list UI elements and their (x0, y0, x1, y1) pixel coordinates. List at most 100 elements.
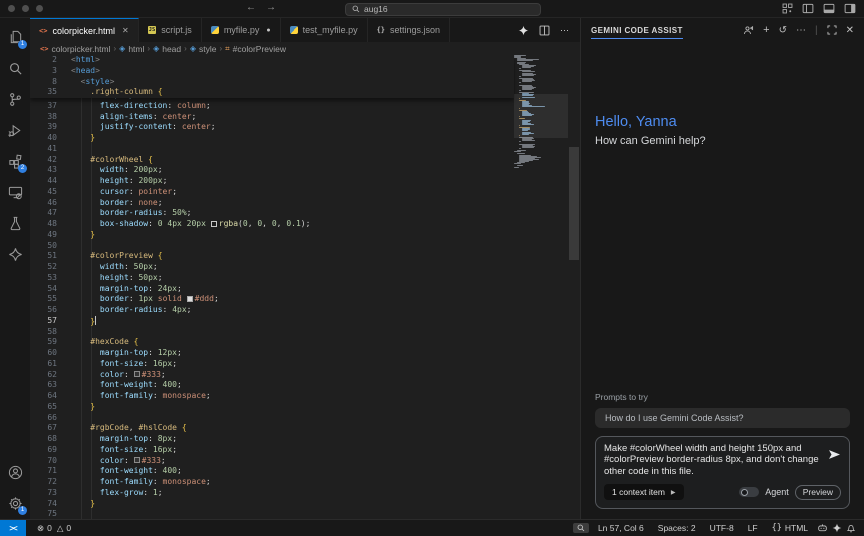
code-line-38[interactable]: 38 align-items: center; (30, 112, 514, 123)
cursor-position[interactable]: Ln 57, Col 6 (593, 523, 649, 533)
context-items-button[interactable]: 1 context item ▶ (604, 484, 684, 500)
code-line-59[interactable]: 59 #hexCode { (30, 337, 514, 348)
sparkle-status-icon[interactable] (832, 523, 842, 533)
toggle-panel-icon[interactable] (823, 3, 835, 14)
code-line-51[interactable]: 51 #colorPreview { (30, 251, 514, 262)
close-panel-icon[interactable]: ✕ (846, 25, 854, 36)
code-line-52[interactable]: 52 width: 50px; (30, 262, 514, 273)
command-center-search[interactable]: aug16 (345, 2, 541, 16)
tab-test_myfile.py[interactable]: test_myfile.py (280, 18, 368, 42)
tab-script.js[interactable]: JS script.js (138, 18, 202, 42)
code-line-2[interactable]: 2 <html> (30, 55, 514, 66)
code-line-43[interactable]: 43 width: 200px; (30, 165, 514, 176)
toggle-primary-sidebar-icon[interactable] (802, 3, 814, 14)
window-traffic-lights[interactable] (8, 5, 43, 12)
language-mode[interactable]: {} HTML (767, 523, 813, 533)
code-line-35[interactable]: 35 .right-column { (30, 87, 514, 98)
toggle-secondary-sidebar-icon[interactable] (844, 3, 856, 14)
code-line-60[interactable]: 60 margin-top: 12px; (30, 348, 514, 359)
send-icon[interactable] (828, 449, 841, 460)
problems-indicator[interactable]: ⊗ 0 △ 0 (32, 523, 76, 534)
code-line-74[interactable]: 74 } (30, 499, 514, 510)
source-control-icon[interactable] (0, 84, 30, 115)
scrollbar-thumb[interactable] (569, 147, 579, 260)
code-line-40[interactable]: 40 } (30, 133, 514, 144)
gemini-view-icon[interactable] (0, 239, 30, 270)
minimap-viewport[interactable] (514, 93, 568, 138)
encoding[interactable]: UTF-8 (705, 523, 739, 533)
run-debug-icon[interactable] (0, 115, 30, 146)
account-icon[interactable] (0, 457, 30, 488)
code-line-47[interactable]: 47 border-radius: 50%; (30, 208, 514, 219)
breadcrumb-item-#colorPreview[interactable]: ⌗ #colorPreview (225, 44, 286, 54)
code-line-58[interactable]: 58 (30, 327, 514, 338)
gemini-chat-input[interactable]: Make #colorWheel width and height 150px … (604, 443, 822, 478)
code-line-62[interactable]: 62 color: #333; (30, 370, 514, 381)
code-line-44[interactable]: 44 height: 200px; (30, 176, 514, 187)
minimap[interactable] (514, 55, 568, 519)
explorer-icon[interactable]: 1 (0, 22, 30, 53)
history-forward-icon[interactable]: → (266, 2, 276, 13)
code-line-49[interactable]: 49 } (30, 230, 514, 241)
breadcrumb-item-html[interactable]: ◈ html (119, 44, 144, 54)
breadcrumb-item-style[interactable]: ◈ style (190, 44, 217, 54)
breadcrumb-item-head[interactable]: ◈ head (153, 44, 181, 54)
settings-gear-icon[interactable]: 1 (0, 488, 30, 519)
feedback-icon[interactable] (743, 25, 754, 36)
code-line-55[interactable]: 55 border: 1px solid #ddd; (30, 294, 514, 305)
code-line-68[interactable]: 68 margin-top: 8px; (30, 434, 514, 445)
code-line-41[interactable]: 41 (30, 144, 514, 155)
code-line-39[interactable]: 39 justify-content: center; (30, 122, 514, 133)
indentation[interactable]: Spaces: 2 (653, 523, 701, 533)
code-line-48[interactable]: 48 box-shadow: 0 4px 20px rgba(0, 0, 0, … (30, 219, 514, 230)
close-window-icon[interactable] (8, 5, 15, 12)
code-line-53[interactable]: 53 height: 50px; (30, 273, 514, 284)
remote-explorer-icon[interactable] (0, 177, 30, 208)
breadcrumb-item-colorpicker.html[interactable]: <> colorpicker.html (40, 44, 111, 54)
tab-colorpicker.html[interactable]: <> colorpicker.html ✕ (30, 18, 139, 42)
more-actions-icon[interactable]: ⋯ (560, 25, 570, 36)
zoom-status-icon[interactable] (572, 523, 589, 533)
code-line-66[interactable]: 66 (30, 413, 514, 424)
code-line-69[interactable]: 69 font-size: 16px; (30, 445, 514, 456)
code-line-65[interactable]: 65 } (30, 402, 514, 413)
extensions-icon[interactable]: 2 (0, 146, 30, 177)
eol-sequence[interactable]: LF (743, 523, 763, 533)
remote-indicator[interactable]: >< (0, 520, 26, 536)
code-editor[interactable]: 36 display: flex;37 flex-direction: colu… (30, 55, 580, 519)
customize-layout-icon[interactable] (782, 3, 793, 14)
code-line-3[interactable]: 3 <head> (30, 66, 514, 77)
agent-toggle[interactable] (739, 487, 760, 497)
expand-icon[interactable] (827, 25, 837, 35)
code-line-72[interactable]: 72 font-family: monospace; (30, 477, 514, 488)
code-line-63[interactable]: 63 font-weight: 400; (30, 380, 514, 391)
split-editor-icon[interactable] (539, 25, 550, 36)
code-line-71[interactable]: 71 font-weight: 400; (30, 466, 514, 477)
code-line-73[interactable]: 73 flex-grow: 1; (30, 488, 514, 499)
editor-scrollbar[interactable] (568, 55, 580, 519)
code-line-64[interactable]: 64 font-family: monospace; (30, 391, 514, 402)
code-line-50[interactable]: 50 (30, 241, 514, 252)
notifications-bell-icon[interactable] (846, 523, 856, 533)
code-line-42[interactable]: 42 #colorWheel { (30, 155, 514, 166)
tab-myfile.py[interactable]: myfile.py ● (201, 18, 281, 42)
history-icon[interactable]: ↺ (779, 25, 787, 36)
code-line-75[interactable]: 75 (30, 509, 514, 519)
code-line-8[interactable]: 8 <style> (30, 77, 514, 88)
code-line-70[interactable]: 70 color: #333; (30, 456, 514, 467)
search-view-icon[interactable] (0, 53, 30, 84)
copilot-icon[interactable] (817, 523, 828, 533)
prompt-suggestion-card[interactable]: How do I use Gemini Code Assist? (595, 407, 850, 428)
close-tab-icon[interactable]: ✕ (122, 26, 129, 35)
code-line-45[interactable]: 45 cursor: pointer; (30, 187, 514, 198)
testing-icon[interactable] (0, 208, 30, 239)
new-chat-icon[interactable]: + (763, 24, 769, 36)
code-line-56[interactable]: 56 border-radius: 4px; (30, 305, 514, 316)
panel-more-icon[interactable]: ⋯ (796, 25, 806, 36)
tab-settings.json[interactable]: {} settings.json (367, 18, 451, 42)
history-back-icon[interactable]: ← (246, 2, 256, 13)
code-line-61[interactable]: 61 font-size: 16px; (30, 359, 514, 370)
code-line-54[interactable]: 54 margin-top: 24px; (30, 284, 514, 295)
code-line-57[interactable]: 57 } (30, 315, 514, 327)
minimize-window-icon[interactable] (22, 5, 29, 12)
